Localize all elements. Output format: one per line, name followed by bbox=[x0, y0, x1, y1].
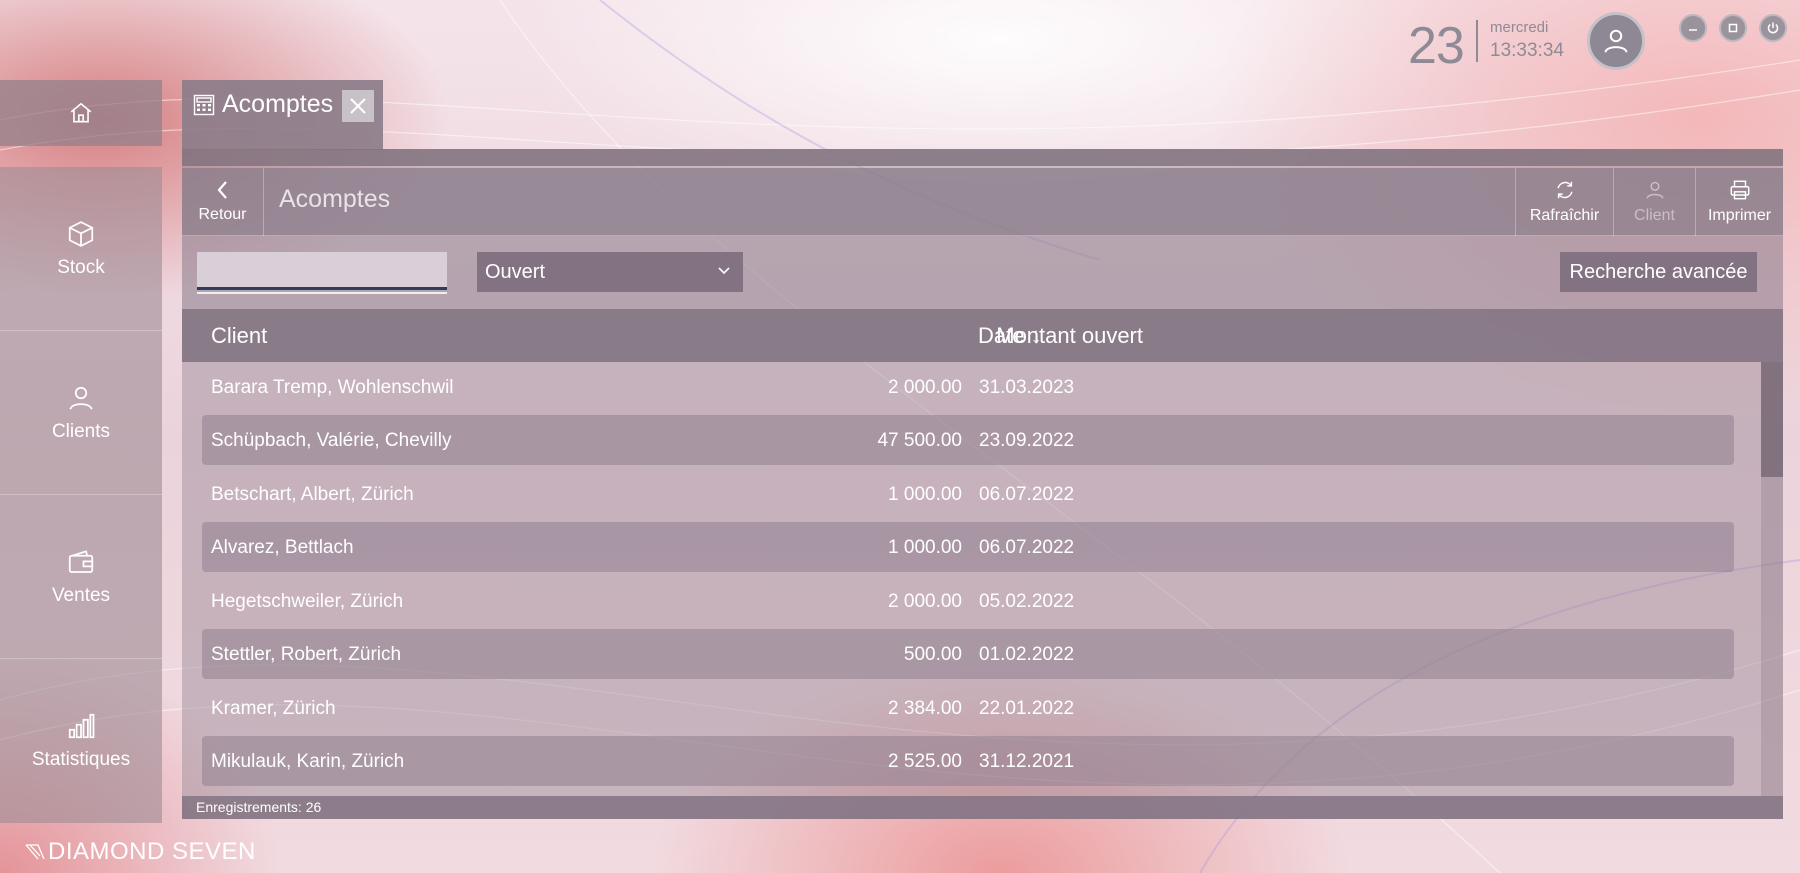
date-day: 23 bbox=[1408, 17, 1465, 75]
user-avatar-button[interactable] bbox=[1587, 12, 1645, 70]
brand-logo: DIAMOND SEVEN bbox=[24, 838, 256, 866]
cell-date: 01.02.2022 bbox=[979, 644, 1075, 665]
table-body: Barara Tremp, Wohlenschwil 2 000.00 31.0… bbox=[182, 362, 1765, 796]
column-header-date[interactable]: Date ↓ bbox=[978, 323, 1042, 349]
refresh-label: Rafraîchir bbox=[1529, 207, 1600, 224]
date-weekday: mercredi bbox=[1490, 19, 1549, 36]
print-label: Imprimer bbox=[1707, 207, 1772, 224]
sort-arrow-icon: ↓ bbox=[1030, 323, 1042, 348]
minimize-icon bbox=[1689, 29, 1697, 31]
sidebar-nav: Stock Clients Ventes Statistiques bbox=[0, 167, 162, 823]
sidebar-home-button[interactable] bbox=[0, 80, 162, 146]
sidebar-item-label: Clients bbox=[51, 420, 111, 442]
close-icon bbox=[350, 98, 366, 114]
home-icon bbox=[70, 102, 92, 123]
chevron-left-icon bbox=[217, 181, 227, 199]
power-button[interactable] bbox=[1759, 14, 1787, 42]
cell-client: Mikulauk, Karin, Zürich bbox=[211, 751, 405, 772]
table-row[interactable]: Schüpbach, Valérie, Chevilly 47 500.00 2… bbox=[202, 415, 1734, 465]
cell-client: Alvarez, Bettlach bbox=[211, 537, 354, 558]
maximize-icon bbox=[1728, 23, 1738, 33]
refresh-button[interactable]: Rafraîchir bbox=[1515, 168, 1613, 236]
person-icon bbox=[1645, 181, 1664, 199]
chevron-down-icon bbox=[718, 267, 730, 275]
power-icon bbox=[1767, 22, 1779, 34]
back-button[interactable]: Retour bbox=[182, 168, 264, 236]
records-count: Enregistrements: 26 bbox=[182, 796, 1783, 819]
table-row[interactable]: Kramer, Zürich 2 384.00 22.01.2022 bbox=[202, 683, 1734, 733]
calculator-icon bbox=[193, 94, 215, 116]
printer-icon bbox=[1730, 180, 1749, 200]
cell-client: Hegetschweiler, Zürich bbox=[211, 591, 404, 612]
status-select[interactable]: Ouvert bbox=[477, 252, 743, 292]
client-button[interactable]: Client bbox=[1613, 168, 1695, 236]
cell-date: 06.07.2022 bbox=[979, 484, 1075, 505]
table-row[interactable]: Alvarez, Bettlach 1 000.00 06.07.2022 bbox=[202, 522, 1734, 572]
cell-date: 31.12.2021 bbox=[979, 751, 1075, 772]
cell-client: Schüpbach, Valérie, Chevilly bbox=[211, 430, 452, 451]
scrollbar-thumb[interactable] bbox=[1761, 362, 1783, 477]
refresh-icon bbox=[1556, 181, 1573, 199]
cell-amount: 2 000.00 bbox=[888, 377, 962, 398]
toolbar: Retour Acomptes Rafraîchir Client Imprim… bbox=[182, 168, 1783, 236]
page-title: Acomptes bbox=[279, 185, 391, 213]
tab-strip bbox=[182, 149, 1783, 166]
filter-bar: Ouvert Recherche avancée bbox=[182, 236, 1783, 309]
tab-acomptes[interactable]: Acomptes bbox=[182, 80, 383, 150]
date-separator bbox=[1476, 20, 1478, 62]
cell-amount: 2 525.00 bbox=[888, 751, 962, 772]
sidebar-item-clients[interactable]: Clients bbox=[0, 331, 162, 495]
cell-amount: 1 000.00 bbox=[888, 537, 962, 558]
column-header-client[interactable]: Client bbox=[211, 323, 267, 349]
cell-date: 23.09.2022 bbox=[979, 430, 1075, 451]
print-button[interactable]: Imprimer bbox=[1695, 168, 1783, 236]
client-label: Client bbox=[1634, 207, 1675, 224]
wallet-icon bbox=[68, 549, 94, 573]
cell-amount: 500.00 bbox=[903, 644, 962, 665]
tab-close-button[interactable] bbox=[342, 90, 374, 122]
clock-time: 13:33:34 bbox=[1490, 40, 1564, 61]
cell-date: 22.01.2022 bbox=[979, 698, 1075, 719]
sidebar-item-label: Statistiques bbox=[31, 749, 131, 770]
sidebar-item-statistiques[interactable]: Statistiques bbox=[0, 659, 162, 823]
table-row[interactable]: Barara Tremp, Wohlenschwil 2 000.00 31.0… bbox=[202, 362, 1734, 412]
cell-date: 05.02.2022 bbox=[979, 591, 1075, 612]
cell-amount: 1 000.00 bbox=[888, 484, 962, 505]
sidebar-item-label: Ventes bbox=[51, 584, 111, 606]
table-header: Client Montant ouvert Date ↓ bbox=[182, 309, 1783, 362]
column-header-date-label: Date bbox=[978, 323, 1025, 348]
table-row[interactable]: Stettler, Robert, Zürich 500.00 01.02.20… bbox=[202, 629, 1734, 679]
main-panel: Retour Acomptes Rafraîchir Client Imprim… bbox=[182, 166, 1783, 819]
status-select-value: Ouvert bbox=[485, 261, 546, 283]
sidebar-item-ventes[interactable]: Ventes bbox=[0, 495, 162, 659]
sidebar-item-stock[interactable]: Stock bbox=[0, 167, 162, 331]
cell-client: Betschart, Albert, Zürich bbox=[211, 484, 414, 505]
cell-date: 31.03.2023 bbox=[979, 377, 1075, 398]
diamond-logo-icon bbox=[25, 844, 45, 860]
cell-client: Stettler, Robert, Zürich bbox=[211, 644, 402, 665]
brand-name: DIAMOND SEVEN bbox=[48, 838, 256, 865]
cell-amount: 2 000.00 bbox=[888, 591, 962, 612]
search-input[interactable] bbox=[197, 252, 447, 290]
cell-client: Kramer, Zürich bbox=[211, 698, 336, 719]
search-underline bbox=[197, 292, 447, 294]
person-icon bbox=[1604, 29, 1628, 53]
cell-client: Barara Tremp, Wohlenschwil bbox=[211, 377, 454, 398]
table-row[interactable]: Hegetschweiler, Zürich 2 000.00 05.02.20… bbox=[202, 576, 1734, 626]
tab-label: Acomptes bbox=[222, 90, 334, 118]
cell-amount: 2 384.00 bbox=[888, 698, 962, 719]
box-icon bbox=[68, 220, 94, 247]
advanced-search-button[interactable]: Recherche avancée bbox=[1560, 252, 1757, 292]
minimize-button[interactable] bbox=[1679, 14, 1707, 42]
bar-chart-icon bbox=[68, 713, 95, 739]
back-label: Retour bbox=[198, 206, 247, 223]
maximize-button[interactable] bbox=[1719, 14, 1747, 42]
cell-amount: 47 500.00 bbox=[877, 430, 962, 451]
person-icon bbox=[69, 386, 93, 410]
cell-date: 06.07.2022 bbox=[979, 537, 1075, 558]
table-row[interactable]: Betschart, Albert, Zürich 1 000.00 06.07… bbox=[202, 469, 1734, 519]
table-row[interactable]: Mikulauk, Karin, Zürich 2 525.00 31.12.2… bbox=[202, 736, 1734, 786]
sidebar-item-label: Stock bbox=[57, 256, 105, 278]
